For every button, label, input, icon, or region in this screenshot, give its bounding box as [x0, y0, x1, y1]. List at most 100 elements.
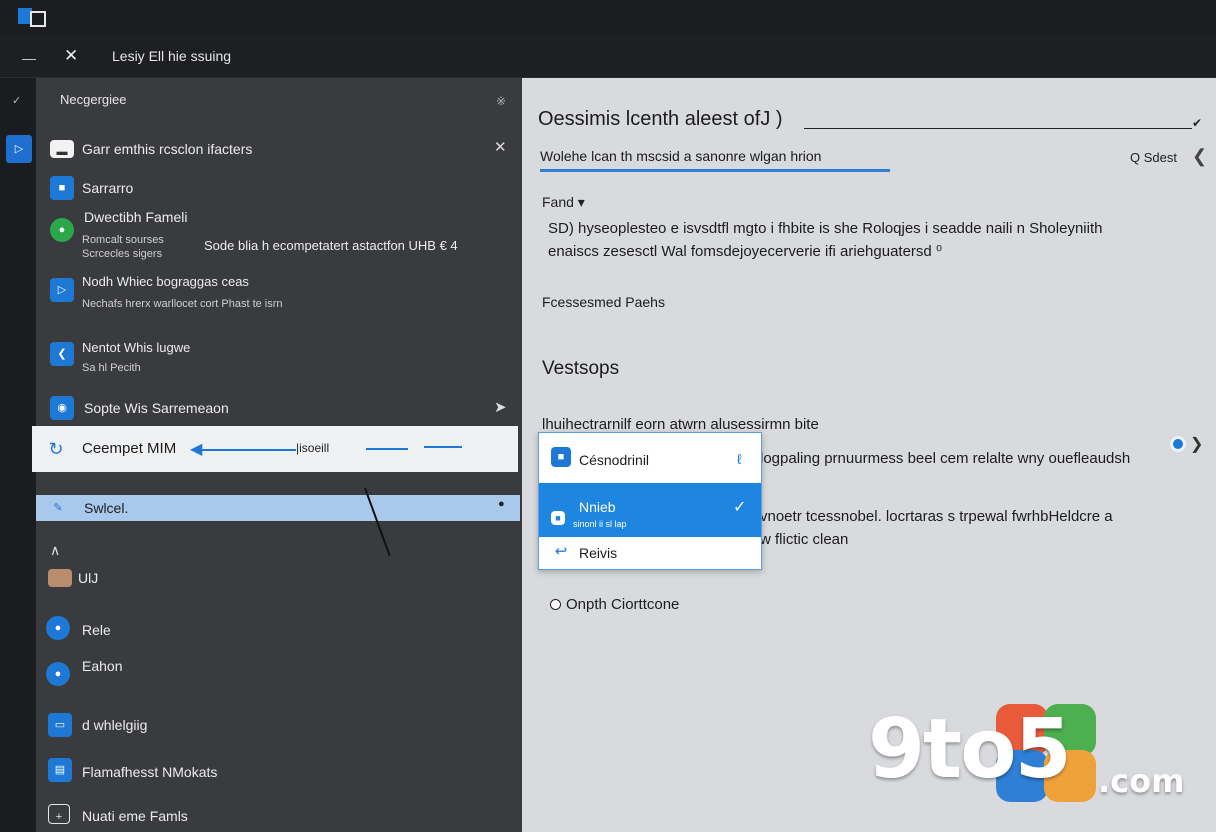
refresh-icon: ↻	[48, 439, 64, 459]
globe-icon: ●	[46, 616, 70, 640]
sidebar-item-8[interactable]: UlJ	[36, 568, 520, 590]
sidebar-item-13[interactable]: + Nuati eme Famls	[36, 804, 520, 828]
sidebar-item-1[interactable]: ■ Sarrarro	[36, 176, 520, 202]
description-line-1: SD) hyseoplesteo e isvsdtfl mgto i fhbit…	[548, 220, 1103, 237]
sidebar-header: Necgergiee	[60, 92, 127, 107]
title-underline	[804, 128, 1192, 129]
chevron-down-icon[interactable]: ✔	[1192, 116, 1202, 130]
dropdown-item-sub: sinonl ii sl lap	[573, 519, 627, 529]
app-icon: ▷	[50, 278, 74, 302]
folder-icon	[48, 569, 72, 587]
chevron-down-icon[interactable]: ✓	[12, 94, 21, 107]
collapse-icon[interactable]: ∧	[50, 542, 60, 559]
option-radio[interactable]	[550, 599, 561, 610]
sidebar-item-9[interactable]: ● Rele	[36, 614, 520, 644]
dropdown-item-1-selected[interactable]: ■ Nnieb sinonl ii sl lap ✓	[539, 483, 761, 537]
sidebar-item-5[interactable]: ◉ Sopte Wis Sarremeaon ➤	[36, 396, 520, 422]
sidebar-item-sub: Scrcecles sigers	[82, 248, 163, 260]
app-icon: ■	[551, 447, 571, 467]
pointer-line	[366, 448, 408, 450]
subtitle-underline	[540, 169, 890, 172]
close-icon[interactable]: ✕	[494, 138, 507, 156]
sidebar-item-label: Sarrarro	[82, 180, 134, 196]
info-icon: ℓ	[737, 451, 742, 467]
form-label: Fand	[542, 194, 574, 210]
pointer-line	[424, 446, 462, 448]
sidebar-item-label: Flamafhesst NMokats	[82, 764, 218, 780]
dropdown-menu: ■ Césnodrinil ℓ ■ Nnieb sinonl ii sl lap…	[538, 432, 762, 570]
section-heading-versions: Vestsops	[542, 358, 620, 379]
form-dropdown[interactable]: Fand ▾	[542, 194, 585, 211]
sidebar-item-10[interactable]: ● Eahon	[36, 656, 520, 688]
page-title: Oessimis lcenth aleest ofJ )	[538, 108, 783, 130]
folder-icon: ▬	[50, 140, 74, 158]
reply-icon: ↩	[554, 543, 568, 560]
explorer-icon[interactable]: ▷	[6, 135, 32, 163]
sidebar-item-label: Sopte Wis Sarremeaon	[84, 400, 229, 416]
close-icon[interactable]: ✕	[64, 46, 78, 66]
sidebar-item-4[interactable]: ❮ Nentot Whis lugwe Sa hl Pecith	[36, 338, 520, 380]
dropdown-item-label: Reivis	[579, 545, 618, 561]
row-text-1: logpaling prnuurmess beel cem relalte wn…	[760, 450, 1131, 467]
app-icon: ■	[551, 511, 565, 525]
pin-icon[interactable]: ●	[498, 498, 505, 510]
sidebar-item-7-active[interactable]: ✎ Swlcel. ●	[36, 495, 520, 521]
sidebar-item-label: Ceempet MIM	[82, 440, 177, 457]
sidebar-item-sub: |isoeill	[296, 441, 330, 455]
dropdown-item-2[interactable]: ↩ Reivis	[539, 537, 761, 569]
radio-selected[interactable]	[1170, 436, 1186, 452]
sidebar-item-sub: Sa hl Pecith	[82, 362, 141, 374]
page-subtitle-link[interactable]: Wolehe lcan th mscsid a sanonre wlgan hr…	[540, 148, 821, 164]
toolbar: — ✕ Lesiy Ell hie ssuing	[0, 36, 1216, 78]
dropdown-item-label: Césnodrinil	[579, 452, 650, 468]
app-icon: ■	[50, 176, 74, 200]
status-icon: ●	[50, 218, 74, 242]
arrow-icon[interactable]: ➤	[494, 398, 507, 416]
dropdown-item-label: Nnieb	[579, 499, 616, 515]
dropdown-item-0[interactable]: ■ Césnodrinil ℓ	[539, 433, 761, 483]
pin-icon[interactable]: ※	[496, 94, 506, 108]
app-logo-icon	[18, 8, 48, 28]
sidebar-item-label: Swlcel.	[84, 500, 129, 516]
sidebar-item-3[interactable]: ▷ Nodh Whiec bograggas ceas Nechafs hrer…	[36, 274, 520, 316]
sidebar-item-6-selected[interactable]: ↻ Ceempet MIM ◀ |isoeill	[32, 426, 518, 472]
app-icon: ◉	[50, 396, 74, 420]
sidebar: Necgergiee ※ ▬ Garr emthis rcsclon ifact…	[32, 78, 558, 832]
chevron-right-icon[interactable]: ❯	[1190, 434, 1203, 454]
watermark-suffix: .com	[1098, 762, 1185, 800]
info-line: lhuihectrarnilf eorn atwrn alusessirmn b…	[542, 416, 819, 433]
row-text-2: vnoetr tcessnobel. locrtaras s trpewal f…	[760, 508, 1113, 525]
sidebar-item-2[interactable]: ● Dwectibh Fameli Romcalt sourses Scrcec…	[36, 206, 520, 264]
sidebar-item-label: Eahon	[82, 658, 123, 674]
description-line-2: enaiscs zesesctl Wal fomsdejoyecerverie …	[548, 243, 942, 260]
row-text-3: w flictic clean	[760, 531, 849, 548]
watermark-text: 9to5	[868, 702, 1072, 797]
sidebar-item-0[interactable]: ▬ Garr emthis rcsclon ifacters ✕	[36, 136, 520, 164]
add-icon: +	[48, 804, 70, 824]
sidebar-item-label: Dwectibh Fameli	[84, 209, 188, 225]
activity-rail: ✓ ▷	[0, 78, 36, 832]
sidebar-item-11[interactable]: ▭ d whlelgiig	[36, 711, 520, 739]
chevron-left-icon: ❮	[50, 342, 74, 366]
sidebar-item-label: Garr emthis rcsclon ifacters	[82, 141, 253, 157]
features-link[interactable]: Fcessesmed Paehs	[542, 294, 665, 310]
sidebar-item-label: Nuati eme Famls	[82, 808, 188, 824]
select-button[interactable]: Q Sdest	[1130, 150, 1177, 165]
edit-icon: ✎	[53, 502, 63, 514]
document-icon: ▤	[48, 758, 72, 782]
sidebar-item-detail: Sode blia h ecompetatert astactfon UHB €…	[204, 238, 458, 253]
minimize-icon[interactable]: —	[22, 50, 36, 66]
sidebar-item-12[interactable]: ▤ Flamafhesst NMokats	[36, 756, 520, 786]
sidebar-item-label: d whlelgiig	[82, 717, 148, 733]
window-icon: ▭	[48, 713, 72, 737]
window-title: Lesiy Ell hie ssuing	[112, 48, 232, 64]
pointer-line	[200, 449, 296, 451]
watermark-logo: 9to5 .com	[862, 700, 1192, 810]
sidebar-item-sub: Nechafs hrerx warllocet cort Phast te is…	[82, 298, 283, 310]
check-icon: ✓	[733, 499, 747, 516]
sidebar-item-label: Rele	[82, 622, 111, 638]
option-label[interactable]: Onpth Ciorttcone	[566, 596, 679, 613]
sidebar-item-label: Nodh Whiec bograggas ceas	[82, 274, 249, 289]
chevron-left-icon[interactable]: ❮	[1192, 146, 1207, 167]
sidebar-item-label: Nentot Whis lugwe	[82, 340, 191, 355]
